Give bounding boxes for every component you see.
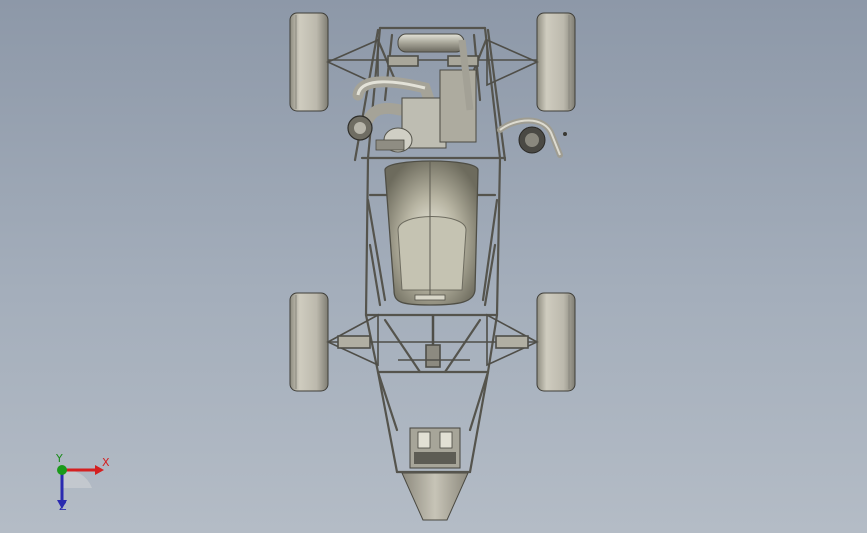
nose-cone[interactable] — [401, 472, 469, 521]
rear-suspension[interactable] — [326, 313, 539, 368]
driver-seat[interactable] — [384, 160, 479, 306]
coordinate-triad: X Y Z — [40, 452, 120, 522]
rear-component-box[interactable] — [409, 427, 461, 469]
cad-viewport[interactable]: X Y Z — [0, 0, 867, 533]
rear-right-tire[interactable] — [536, 292, 576, 392]
exhaust-pipe[interactable] — [497, 117, 567, 158]
z-axis-label: Z — [59, 500, 67, 513]
front-left-tire[interactable] — [289, 12, 329, 112]
x-axis-label: X — [102, 456, 110, 469]
rear-left-tire[interactable] — [289, 292, 329, 392]
y-axis-label: Y — [56, 452, 63, 465]
front-right-tire[interactable] — [536, 12, 576, 112]
chassis-model[interactable] — [0, 0, 867, 533]
